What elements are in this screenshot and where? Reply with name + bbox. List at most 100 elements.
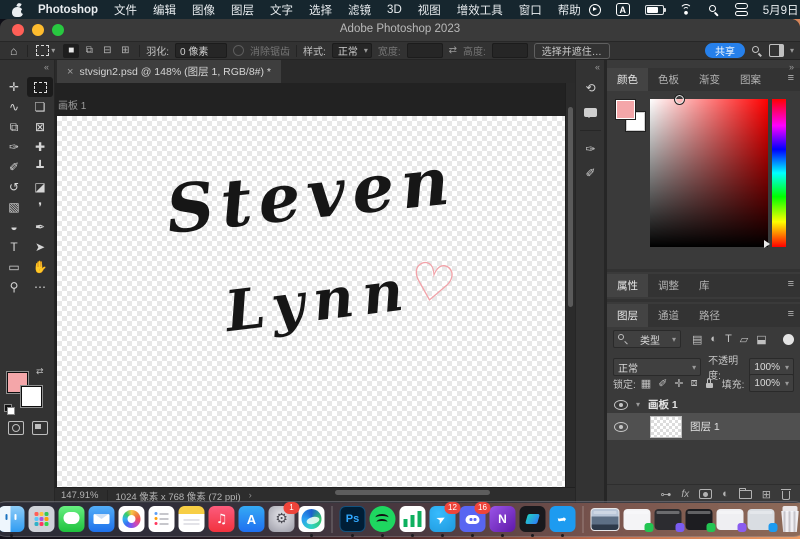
zoom-level-field[interactable]: 147.91%	[61, 490, 99, 501]
wifi-icon[interactable]	[679, 4, 693, 15]
layer-name[interactable]: 图层 1	[690, 419, 720, 434]
minimized-window-5[interactable]	[748, 509, 775, 530]
vertical-scrollbar[interactable]	[565, 83, 575, 487]
panel-tab[interactable]: 图案	[730, 68, 771, 91]
tool-crop[interactable]: ⧉	[1, 117, 27, 137]
menu-item[interactable]: 图层	[223, 2, 262, 18]
panel-tab[interactable]: 颜色	[607, 68, 648, 91]
control-center-icon[interactable]	[735, 3, 748, 16]
artboard-row[interactable]: ▾ 画板 1	[607, 396, 800, 413]
panel-foreground-swatch[interactable]	[616, 100, 635, 119]
filter-smart-objects-icon[interactable]: ⬓	[756, 333, 766, 346]
width-input[interactable]	[407, 43, 443, 58]
dock-photos-icon[interactable]	[119, 506, 145, 532]
dock-mail-icon[interactable]	[89, 506, 115, 532]
height-input[interactable]	[492, 43, 528, 58]
screen-mode-button[interactable]	[32, 421, 48, 435]
dock-telegram-icon[interactable]: 12	[430, 506, 456, 532]
document-tab[interactable]: × stvsign2.psd @ 148% (图层 1, RGB/8#) *	[57, 60, 281, 83]
panel-tab[interactable]: 通道	[648, 304, 689, 327]
tool-edit-toolbar[interactable]: ⋯	[27, 277, 53, 297]
new-selection-icon[interactable]: ■	[63, 44, 79, 58]
dock-settings-icon[interactable]: 1	[269, 506, 295, 532]
panel-tab[interactable]: 色板	[648, 68, 689, 91]
tool-blur[interactable]: ❜	[27, 197, 53, 217]
panel-menu-icon[interactable]: ≡	[788, 308, 794, 320]
menu-clock[interactable]: 5月9日 周二 下午3:22	[763, 2, 800, 18]
filter-toggle-icon[interactable]	[783, 334, 794, 345]
minimized-window-4[interactable]	[717, 509, 744, 530]
antialias-checkbox[interactable]	[233, 45, 244, 56]
dock-reminders-icon[interactable]	[149, 506, 175, 532]
link-layers-icon[interactable]: ⊶	[660, 488, 671, 501]
expand-panels-icon[interactable]: «	[595, 62, 600, 72]
lock-all-icon[interactable]	[705, 378, 714, 388]
chevron-down-icon[interactable]: ▾	[636, 400, 640, 409]
brush-settings-icon[interactable]: ✑	[583, 141, 599, 157]
intersect-selection-icon[interactable]: ⊞	[117, 44, 133, 58]
panel-tab[interactable]: 渐变	[689, 68, 730, 91]
apple-menu-icon[interactable]	[12, 3, 24, 17]
minimized-window-1[interactable]	[624, 509, 651, 530]
menu-item[interactable]: 增效工具	[449, 2, 511, 18]
minimized-photo-window[interactable]	[591, 508, 620, 531]
lock-image-icon[interactable]: ✐	[658, 377, 667, 390]
tool-eyedropper[interactable]: ✑	[1, 137, 27, 157]
tool-zoom[interactable]: ⚲	[1, 277, 27, 297]
layer-mask-icon[interactable]	[699, 489, 712, 499]
tool-history-brush[interactable]: ↺	[1, 177, 27, 197]
color-field[interactable]	[650, 99, 768, 247]
visibility-eye-icon[interactable]	[614, 400, 628, 410]
collapse-tools-icon[interactable]: «	[44, 62, 49, 72]
hue-slider[interactable]	[772, 99, 786, 247]
tool-clone-stamp[interactable]: ┻	[27, 157, 53, 177]
minimized-window-2[interactable]	[655, 509, 682, 530]
tool-object-selection[interactable]: ❏	[27, 97, 53, 117]
brushes-icon[interactable]: ✐	[583, 165, 599, 181]
tool-rectangular-marquee[interactable]	[27, 77, 53, 97]
color-field-marker[interactable]	[674, 94, 685, 105]
tool-dodge[interactable]: ◒	[1, 217, 27, 237]
minimized-window-3[interactable]	[686, 509, 713, 530]
tool-eraser[interactable]: ◪	[27, 177, 53, 197]
dock-twitter-icon[interactable]	[550, 506, 576, 532]
filter-shape-layers-icon[interactable]: ▱	[740, 333, 748, 346]
panel-menu-icon[interactable]: ≡	[788, 72, 794, 84]
input-source-icon[interactable]: A	[616, 3, 630, 16]
close-tab-icon[interactable]: ×	[67, 66, 73, 78]
tool-gradient[interactable]: ▧	[1, 197, 27, 217]
workspace-switcher-icon[interactable]	[769, 44, 784, 57]
menu-item[interactable]: 编辑	[145, 2, 184, 18]
layer-effects-icon[interactable]: fx	[681, 489, 689, 500]
dock-onenote-icon[interactable]	[490, 506, 516, 532]
select-and-mask-button[interactable]: 选择并遮住…	[534, 43, 610, 59]
panel-tab[interactable]: 图层	[607, 304, 648, 327]
filter-pixel-layers-icon[interactable]: ▤	[692, 333, 702, 346]
delete-layer-icon[interactable]	[781, 489, 791, 500]
quick-mask-button[interactable]	[8, 421, 24, 435]
menu-item[interactable]: 文件	[106, 2, 145, 18]
panel-menu-icon[interactable]: ≡	[788, 278, 794, 290]
default-colors-icon[interactable]	[4, 404, 15, 415]
dock-launchpad-icon[interactable]	[29, 506, 55, 532]
menu-item[interactable]: Photoshop	[30, 4, 106, 16]
add-selection-icon[interactable]: ⧉	[81, 44, 97, 58]
artboard[interactable]: Steven Lynn ♡	[57, 116, 565, 487]
filter-type-layers-icon[interactable]: T	[725, 333, 732, 345]
lock-artboard-icon[interactable]: ⧈	[691, 377, 698, 390]
new-layer-icon[interactable]: ⊞	[762, 488, 771, 501]
dock-loop-icon[interactable]	[520, 506, 546, 532]
dock-discord-icon[interactable]: 16	[460, 506, 486, 532]
dock-spotify-icon[interactable]	[370, 506, 396, 532]
tool-pen[interactable]: ✒	[27, 217, 53, 237]
menu-item[interactable]: 帮助	[550, 2, 589, 18]
current-tool-preset[interactable]: ▾	[34, 45, 57, 56]
window-title-bar[interactable]: Adobe Photoshop 2023	[0, 19, 800, 42]
hue-slider-marker[interactable]	[764, 240, 774, 248]
lock-position-icon[interactable]: ✛	[674, 377, 683, 390]
swap-dimensions-icon[interactable]: ⇄	[449, 45, 457, 56]
layer-group-icon[interactable]	[739, 490, 752, 499]
artboard-label[interactable]: 画板 1	[58, 97, 86, 112]
screen-record-icon[interactable]	[589, 4, 601, 16]
fill-select[interactable]: 100% ▾	[749, 374, 794, 392]
